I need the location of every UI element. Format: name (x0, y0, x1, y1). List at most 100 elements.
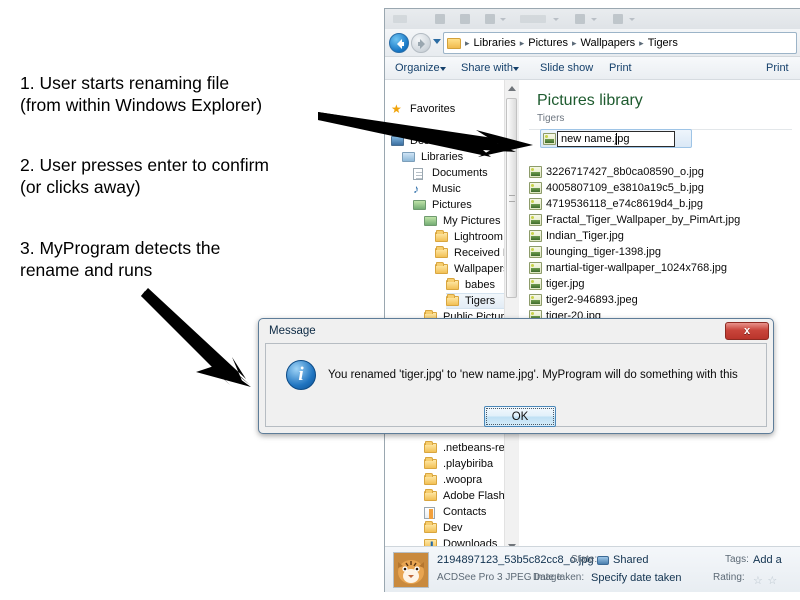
star-outline-icon[interactable]: ☆ (753, 575, 763, 587)
forward-button[interactable] (411, 33, 431, 53)
file-list-item[interactable]: 3226717427_8b0ca08590_o.jpg (529, 164, 704, 180)
file-name: tiger2-946893.jpeg (546, 294, 638, 306)
star-icon: ★ (391, 101, 402, 116)
star-outline-icon[interactable]: ☆ (767, 575, 777, 587)
print-button-right[interactable]: Print (766, 62, 789, 74)
folder-icon (435, 245, 450, 260)
ghost-caret-icon (553, 18, 559, 21)
pictures-icon (424, 215, 437, 226)
share-with-button[interactable]: Share with (461, 62, 513, 74)
close-icon[interactable]: x (725, 322, 769, 340)
breadcrumb-item-pictures[interactable]: Pictures (526, 37, 570, 49)
tree-item-label: Lightroom (454, 231, 503, 243)
file-list-item[interactable]: lounging_tiger-1398.jpg (529, 244, 661, 260)
file-list-item[interactable]: 4005807109_e3810a19c5_b.jpg (529, 180, 704, 196)
scrollbar-thumb[interactable] (506, 98, 517, 298)
ghost-icon (435, 14, 445, 24)
dialog-message: You renamed 'tiger.jpg' to 'new name.jpg… (328, 369, 738, 381)
back-button[interactable] (389, 33, 409, 53)
info-icon: i (286, 360, 316, 390)
tree-item-documents[interactable]: Documents (413, 165, 518, 181)
file-name: lounging_tiger-1398.jpg (546, 246, 661, 258)
dialog-body: i You renamed 'tiger.jpg' to 'new name.j… (265, 343, 767, 427)
folder-icon (435, 229, 448, 242)
tree-item-favorites[interactable]: ★ Favorites (391, 101, 518, 117)
ok-button[interactable]: OK (484, 406, 556, 427)
folder-icon (424, 488, 437, 501)
library-subtitle: Tigers (537, 113, 565, 124)
tree-item-label: Documents (432, 167, 488, 179)
file-name: 4719536118_e74c8619d4_b.jpg (546, 198, 704, 210)
library-icon (402, 151, 417, 164)
tree-item-label: babes (465, 279, 495, 291)
status-date-value[interactable]: Specify date taken (591, 572, 682, 584)
breadcrumb-item-libraries[interactable]: Libraries (472, 37, 518, 49)
rating-stars[interactable]: ☆ ☆ (753, 571, 777, 589)
breadcrumb-item-tigers[interactable]: Tigers (646, 37, 680, 49)
breadcrumb[interactable]: ▸ Libraries ▸ Pictures ▸ Wallpapers ▸ Ti… (443, 32, 797, 54)
history-dropdown-button[interactable] (433, 39, 441, 44)
organize-button[interactable]: Organize (395, 62, 440, 74)
jpg-file-icon (529, 182, 542, 194)
page-title: Pictures library (537, 92, 643, 109)
file-list-item[interactable]: tiger2-946893.jpeg (529, 292, 638, 308)
document-icon (413, 167, 428, 180)
details-status-bar: 2194897123_53b5c82cc8_o.jpg ACDSee Pro 3… (385, 546, 800, 592)
breadcrumb-item-wallpapers[interactable]: Wallpapers (579, 37, 638, 49)
chevron-down-icon[interactable] (513, 67, 519, 71)
annotation-step-2: 2. User presses enter to confirm (or cli… (20, 155, 269, 197)
folder-icon (446, 277, 461, 292)
tree-item-music[interactable]: ♪ Music (413, 181, 518, 197)
tree-item-label: Dev (443, 522, 463, 534)
jpg-file-icon (543, 133, 556, 145)
arrow-to-dialog (141, 288, 251, 387)
slide-show-button[interactable]: Slide show (540, 62, 593, 74)
tree-item-label: Tigers (465, 295, 496, 307)
print-button[interactable]: Print (609, 62, 632, 74)
tree-item-label: Desktop (410, 135, 451, 147)
file-list-item[interactable]: tiger.jpg (529, 276, 585, 292)
jpg-file-icon (529, 214, 542, 226)
back-arrow-icon (397, 39, 404, 49)
breadcrumb-separator: ▸ (639, 37, 644, 48)
tree-item-desktop[interactable]: Desktop (391, 133, 518, 149)
tree-item-label: .playbiriba (443, 458, 494, 470)
status-tags-value[interactable]: Add a (753, 554, 782, 566)
ghost-caret-icon (500, 18, 506, 21)
ghost-caret-icon (629, 18, 635, 21)
annotation-step-3: 3. MyProgram detects the rename and runs (20, 238, 221, 280)
file-list-item[interactable]: martial-tiger-wallpaper_1024x768.jpg (529, 260, 727, 276)
file-list-item[interactable]: Fractal_Tiger_Wallpaper_by_PimArt.jpg (529, 212, 740, 228)
pictures-icon (424, 215, 439, 228)
tree-item-label: Pictures (432, 199, 472, 211)
jpg-file-icon (529, 198, 542, 210)
scroll-up-arrow-icon[interactable] (508, 86, 516, 91)
ghost-icon (575, 14, 585, 24)
jpg-file-icon (529, 246, 542, 258)
status-state-label: State: (571, 554, 598, 565)
tree-item-label: Favorites (410, 103, 456, 115)
folder-icon (435, 261, 450, 276)
tree-item-libraries[interactable]: Libraries (402, 149, 518, 165)
jpg-file-icon (529, 166, 542, 178)
command-toolbar: Organize Share with Slide show Print Pri… (385, 57, 800, 80)
file-list-item[interactable]: Indian_Tiger.jpg (529, 228, 624, 244)
file-name: martial-tiger-wallpaper_1024x768.jpg (546, 262, 727, 274)
breadcrumb-separator: ▸ (519, 37, 525, 48)
folder-icon (435, 229, 450, 244)
rename-row[interactable]: new name.jpg (540, 129, 692, 148)
folder-icon (424, 472, 437, 485)
tree-item-label: Wallpapers (454, 263, 509, 275)
chevron-down-icon[interactable] (440, 67, 446, 71)
file-name: 3226717427_8b0ca08590_o.jpg (546, 166, 704, 178)
folder-icon (424, 440, 437, 453)
ghost-icon (485, 14, 495, 24)
status-state-value: Shared (613, 554, 649, 566)
jpg-file-icon (529, 262, 542, 274)
status-rating-label: Rating: (713, 572, 745, 583)
file-list-item[interactable]: 4719536118_e74c8619d4_b.jpg (529, 196, 703, 212)
status-date-label: Date taken: (533, 572, 585, 583)
tree-item-pictures[interactable]: Pictures (413, 197, 518, 213)
tree-item-label: Contacts (443, 506, 487, 518)
tiger-thumbnail-image (394, 553, 428, 587)
